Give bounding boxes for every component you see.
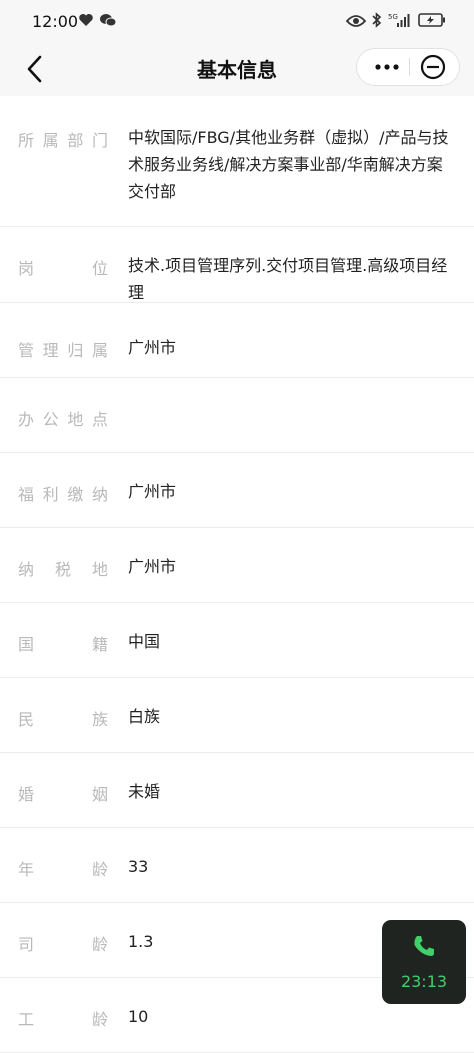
row-label: 司龄 [18,931,108,955]
row-label: 年龄 [18,856,108,880]
minimize-button[interactable] [411,49,457,85]
call-duration: 23:13 [400,972,448,991]
row-label-char: 门 [91,131,108,150]
more-button[interactable] [365,49,409,85]
row-label: 福利缴纳 [18,481,108,505]
row-label-char: 税 [54,560,71,579]
status-right-icons: 5G [345,12,446,32]
list-item: 管理归属 广州市 [0,303,474,378]
row-label-char: 民 [18,710,35,729]
list-item: 办公地点 [0,378,474,453]
eye-icon [345,13,367,32]
row-label-char: 缴 [67,485,84,504]
row-label-char: 部 [67,131,84,150]
row-label-char: 点 [91,410,108,429]
row-label-char: 婚 [18,785,35,804]
row-label-char: 福 [18,485,35,504]
floating-call-widget[interactable]: 23:13 [382,920,466,1004]
info-list: 所属部门 中软国际/FBG/其他业务群（虚拟）/产品与技术服务业务线/解决方案事… [0,96,474,1053]
row-label: 办公地点 [18,406,108,430]
row-label-char: 姻 [91,785,108,804]
status-left-icons [78,12,117,32]
row-label-char: 纳 [18,560,35,579]
row-value: 中软国际/FBG/其他业务群（虚拟）/产品与技术服务业务线/解决方案事业部/华南… [128,128,449,201]
row-label-char: 族 [91,710,108,729]
row-label-char: 地 [67,410,84,429]
row-label-char: 龄 [91,1010,108,1029]
list-item: 岗位 技术.项目管理序列.交付项目管理.高级项目经理 [0,227,474,303]
phone-icon [412,934,436,962]
row-label-char: 属 [91,341,108,360]
row-value: 广州市 [128,338,177,357]
list-item: 所属部门 中软国际/FBG/其他业务群（虚拟）/产品与技术服务业务线/解决方案事… [0,96,474,227]
capsule-divider [409,58,410,76]
row-label: 管理归属 [18,337,108,361]
list-item: 纳税 地 广州市 [0,528,474,603]
row-value: 广州市 [128,482,177,501]
row-value: 33 [128,857,149,876]
row-value: 技术.项目管理序列.交付项目管理.高级项目经理 [128,256,448,302]
row-label-char: 公 [42,410,59,429]
row-label-char: 国 [18,635,35,654]
row-value: 白族 [128,707,161,726]
row-label-char: 所 [18,131,35,150]
capsule-menu [356,48,460,86]
nav-bar: 基本信息 [0,44,474,96]
row-value: 未婚 [128,782,161,801]
list-item: 婚姻 未婚 [0,753,474,828]
row-label-char: 纳 [91,485,108,504]
row-label-char: 理 [42,341,59,360]
row-label-char: 年 [18,860,35,879]
more-dots-icon [375,64,399,70]
row-label: 岗位 [18,255,108,279]
list-item: 年龄 33 [0,828,474,903]
signal-icon: 5G [388,12,412,32]
row-value: 广州市 [128,557,177,576]
row-label-char: 司 [18,935,35,954]
row-label-char: 管 [18,341,35,360]
row-label: 所属部门 [18,127,108,151]
heart-icon [78,12,94,32]
status-time: 12:00 [32,12,79,31]
row-label: 民族 [18,706,108,730]
row-label: 纳税 地 [18,556,108,580]
row-label-char: 利 [42,485,59,504]
row-label-char: 位 [91,259,108,278]
row-label-char: 地 [91,560,108,579]
row-label-char: 龄 [91,860,108,879]
row-value: 中国 [128,632,161,651]
list-item: 国籍 中国 [0,603,474,678]
row-label-char: 属 [42,131,59,150]
row-label-char: 办 [18,410,35,429]
list-item: 民族 白族 [0,678,474,753]
row-label-char: 工 [18,1010,35,1029]
row-label-char: 岗 [18,259,35,278]
row-label-char: 归 [67,341,84,360]
row-label-char: 龄 [91,935,108,954]
status-bar: 12:00 5G [0,0,474,44]
network-label: 5G [388,13,398,21]
row-label: 国籍 [18,631,108,655]
row-label: 婚姻 [18,781,108,805]
battery-charging-icon [418,12,446,32]
wechat-icon [99,12,117,32]
bluetooth-icon [372,12,382,32]
row-label: 工龄 [18,1006,108,1030]
list-item: 福利缴纳 广州市 [0,453,474,528]
row-label-char: 籍 [91,635,108,654]
row-value: 10 [128,1007,149,1026]
circle-minus-icon [420,54,446,80]
